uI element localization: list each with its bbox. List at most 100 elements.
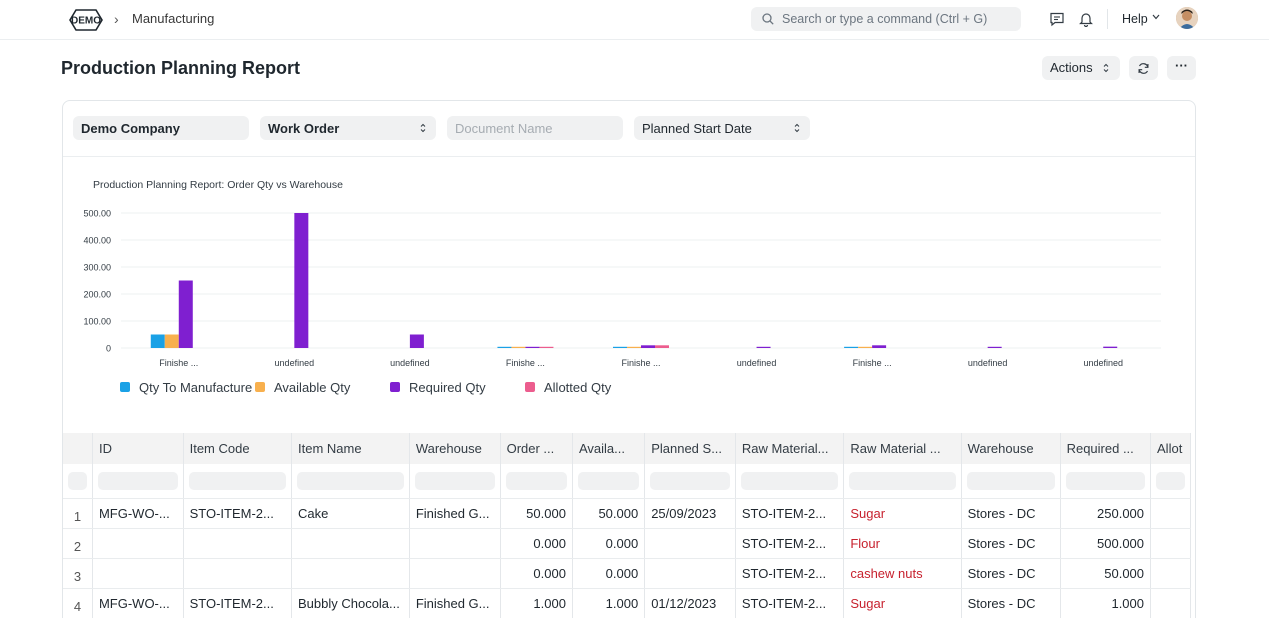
column-header-planned-start-date[interactable]: Planned S...: [644, 433, 736, 464]
actions-dropdown-button[interactable]: Actions: [1042, 56, 1120, 80]
table-cell[interactable]: 50.000: [500, 498, 573, 529]
breadcrumb-manufacturing[interactable]: Manufacturing: [132, 11, 214, 26]
table-cell[interactable]: 50.000: [1060, 558, 1152, 589]
document-name-filter[interactable]: Document Name: [447, 116, 623, 140]
order-by-filter[interactable]: Planned Start Date: [634, 116, 810, 140]
bar[interactable]: [150, 334, 165, 349]
column-filter-input[interactable]: [414, 471, 495, 490]
table-cell[interactable]: [644, 558, 736, 589]
help-menu-button[interactable]: Help: [1122, 12, 1148, 26]
column-header-item-name[interactable]: Item Name: [291, 433, 410, 464]
table-cell[interactable]: 01/12/2023: [644, 588, 736, 618]
awesomebar-search[interactable]: [751, 7, 1021, 31]
table-cell[interactable]: [1150, 498, 1191, 529]
bar[interactable]: [858, 346, 873, 348]
table-cell[interactable]: [92, 528, 184, 559]
table-cell[interactable]: 1.000: [500, 588, 573, 618]
table-row[interactable]: 4 MFG-WO-... STO-ITEM-2... Bubbly Chocola..…: [63, 588, 1191, 618]
table-cell[interactable]: STO-ITEM-2...: [735, 528, 845, 559]
bar[interactable]: [627, 346, 641, 348]
table-cell[interactable]: STO-ITEM-2...: [735, 558, 845, 589]
table-cell[interactable]: 250.000: [1060, 498, 1152, 529]
column-filter-input[interactable]: [296, 471, 404, 490]
bar[interactable]: [872, 345, 887, 348]
column-filter-input[interactable]: [740, 471, 839, 490]
table-cell[interactable]: [409, 528, 501, 559]
column-filter-input[interactable]: [1156, 471, 1185, 490]
table-cell[interactable]: 1.000: [1060, 588, 1152, 618]
table-cell[interactable]: 1.000: [572, 588, 646, 618]
table-cell[interactable]: Sugar: [843, 498, 962, 529]
table-cell[interactable]: STO-ITEM-2...: [735, 588, 845, 618]
bar[interactable]: [409, 334, 424, 349]
table-cell[interactable]: [291, 558, 410, 589]
table-cell[interactable]: [644, 528, 736, 559]
search-input[interactable]: [782, 7, 1012, 31]
column-filter-input[interactable]: [577, 471, 640, 490]
bar[interactable]: [756, 346, 771, 348]
table-cell[interactable]: 0.000: [500, 558, 573, 589]
bar[interactable]: [525, 346, 540, 348]
column-header-item-code[interactable]: Item Code: [183, 433, 292, 464]
column-header-required-qty[interactable]: Required ...: [1060, 433, 1152, 464]
column-header-raw-material-warehouse[interactable]: Warehouse: [961, 433, 1061, 464]
table-cell[interactable]: Cake: [291, 498, 410, 529]
bar[interactable]: [164, 334, 179, 349]
bar[interactable]: [655, 345, 669, 348]
chevron-down-icon[interactable]: [1152, 14, 1160, 20]
company-filter[interactable]: Demo Company: [73, 116, 249, 140]
table-row[interactable]: 2 0.000 0.000 STO-ITEM-2... Flour Stores - DC…: [63, 528, 1191, 559]
bar[interactable]: [1103, 346, 1118, 348]
table-cell[interactable]: [1150, 558, 1191, 589]
table-cell[interactable]: Finished G...: [409, 588, 501, 618]
bar[interactable]: [844, 346, 859, 348]
table-cell[interactable]: 0.000: [572, 558, 646, 589]
column-header-allotted-qty[interactable]: Allot: [1150, 433, 1191, 464]
column-filter-input[interactable]: [505, 471, 567, 490]
table-cell[interactable]: Flour: [843, 528, 962, 559]
table-cell[interactable]: [92, 558, 184, 589]
column-filter-input[interactable]: [97, 471, 178, 490]
bar[interactable]: [178, 280, 193, 349]
bar[interactable]: [987, 346, 1002, 348]
bar[interactable]: [539, 346, 554, 348]
table-cell[interactable]: MFG-WO-...: [92, 588, 184, 618]
table-cell[interactable]: Finished G...: [409, 498, 501, 529]
column-filter-input[interactable]: [966, 471, 1055, 490]
column-header-raw-material-code[interactable]: Raw Material...: [735, 433, 845, 464]
column-filter-input[interactable]: [650, 471, 730, 490]
table-cell[interactable]: 0.000: [572, 528, 646, 559]
column-filter-input[interactable]: [188, 471, 286, 490]
table-cell[interactable]: Stores - DC: [961, 588, 1061, 618]
table-cell[interactable]: [183, 558, 292, 589]
column-filter-input[interactable]: [68, 471, 87, 490]
table-cell[interactable]: [183, 528, 292, 559]
table-cell[interactable]: [1150, 528, 1191, 559]
table-cell[interactable]: [1150, 588, 1191, 618]
user-avatar[interactable]: [1176, 7, 1198, 29]
table-cell[interactable]: Stores - DC: [961, 528, 1061, 559]
table-cell[interactable]: STO-ITEM-2...: [735, 498, 845, 529]
notification-bell-icon[interactable]: [1079, 11, 1093, 27]
table-cell[interactable]: Bubbly Chocola...: [291, 588, 410, 618]
bar[interactable]: [294, 213, 309, 348]
table-cell[interactable]: STO-ITEM-2...: [183, 588, 292, 618]
column-header-warehouse[interactable]: Warehouse: [409, 433, 501, 464]
table-cell[interactable]: 500.000: [1060, 528, 1152, 559]
table-cell[interactable]: [291, 528, 410, 559]
table-cell[interactable]: [409, 558, 501, 589]
table-cell[interactable]: 0.000: [500, 528, 573, 559]
column-header-raw-material-name[interactable]: Raw Material ...: [843, 433, 962, 464]
table-cell[interactable]: 25/09/2023: [644, 498, 736, 529]
bar[interactable]: [497, 346, 512, 348]
notes-chat-icon[interactable]: [1049, 11, 1065, 27]
demo-logo-icon[interactable]: DEMO: [66, 7, 106, 33]
based-on-filter[interactable]: Work Order: [260, 116, 436, 140]
table-cell[interactable]: MFG-WO-...: [92, 498, 184, 529]
table-cell[interactable]: Stores - DC: [961, 558, 1061, 589]
column-header-id[interactable]: ID: [92, 433, 184, 464]
more-options-button[interactable]: ···: [1167, 56, 1196, 80]
refresh-button[interactable]: [1129, 56, 1158, 80]
table-cell[interactable]: cashew nuts: [843, 558, 962, 589]
table-cell[interactable]: Stores - DC: [961, 498, 1061, 529]
